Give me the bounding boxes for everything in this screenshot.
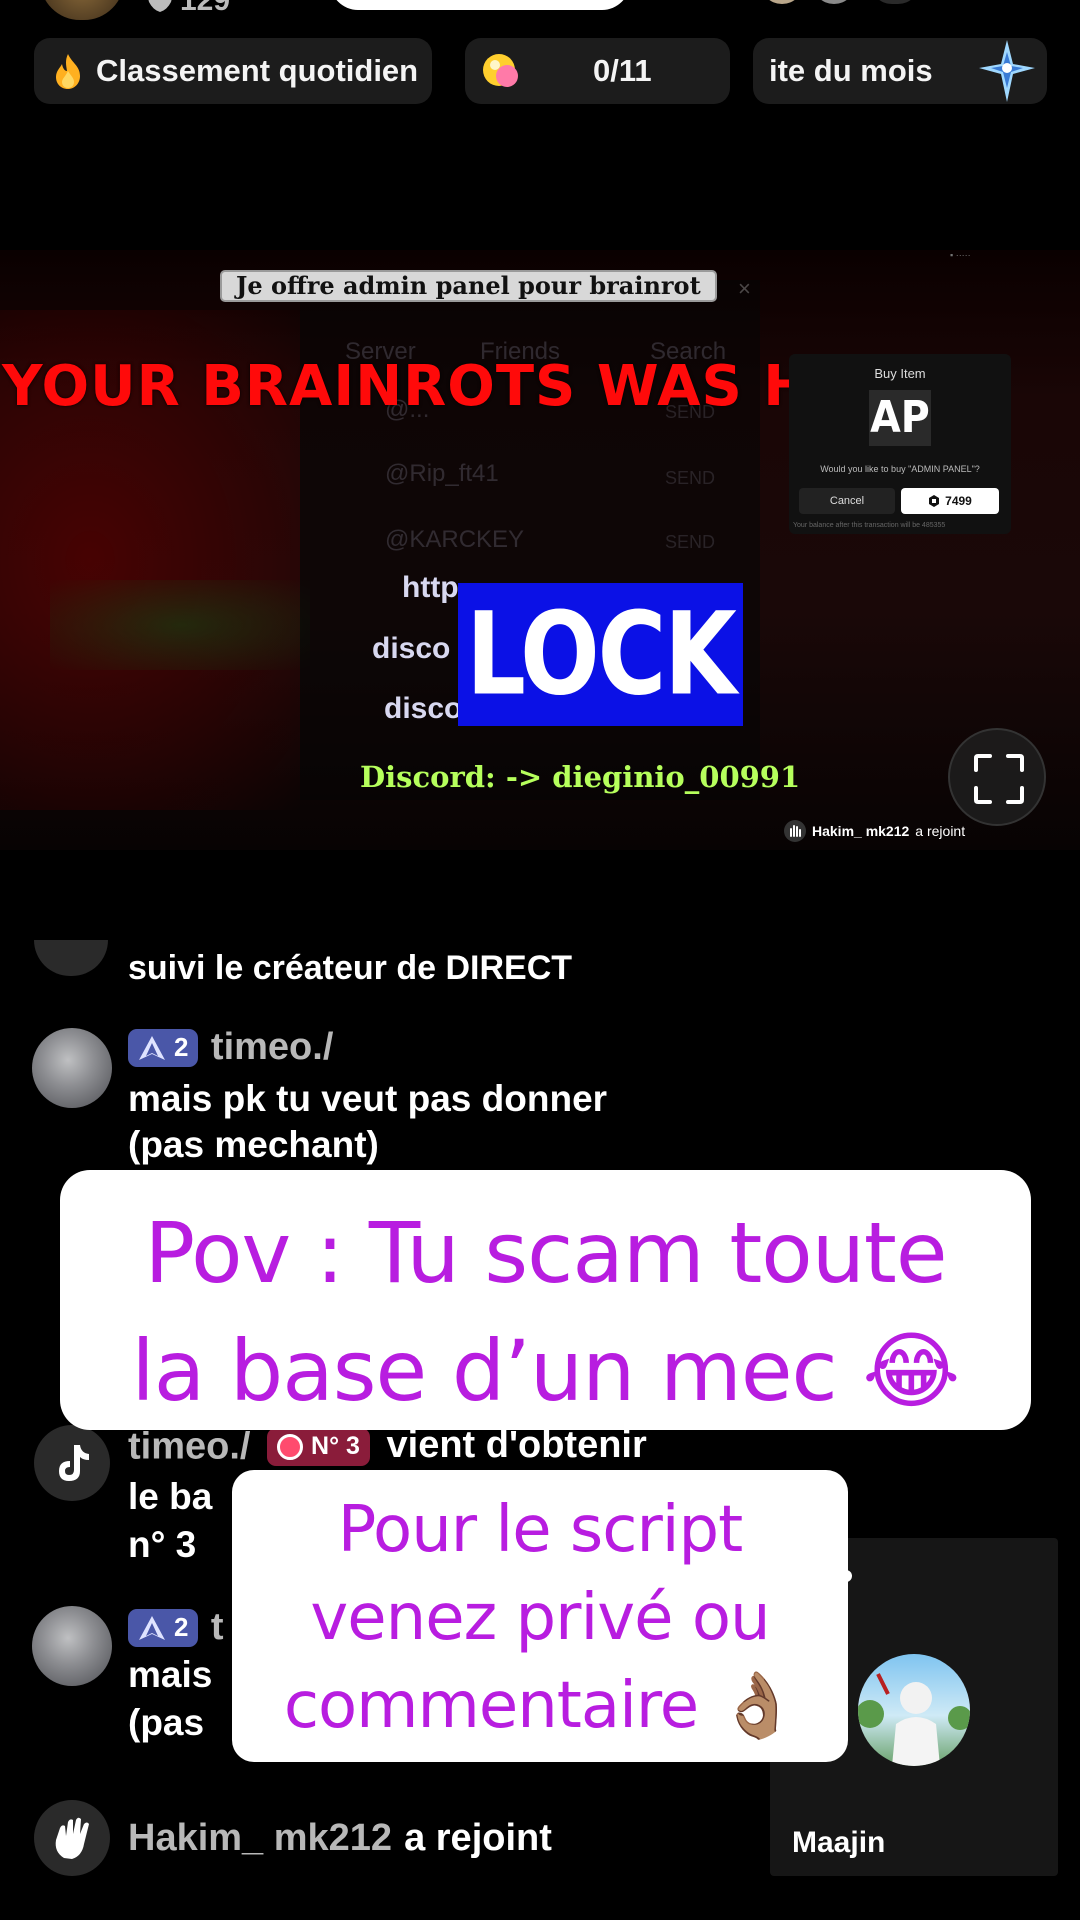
- link-line: disco: [372, 632, 451, 665]
- chat-message-text: mais pk tu veut pas donner (pas mechant): [128, 1076, 607, 1168]
- buy-dialog-title: Buy Item: [874, 366, 926, 381]
- follow-pill[interactable]: [330, 0, 630, 10]
- guest-avatar[interactable]: [858, 1654, 970, 1766]
- overlay-caption-sub: Pour le script venez privé ou commentair…: [232, 1470, 848, 1762]
- admin-panel-logo: AP: [869, 390, 931, 446]
- bubble-gift-icon: [483, 54, 518, 87]
- gift-line: le ba: [128, 1476, 213, 1517]
- daily-ranking-label: Classement quotidien: [96, 53, 419, 88]
- join-verb: a rejoint: [404, 1816, 552, 1859]
- shield-icon: [148, 0, 172, 12]
- viewer-avatar[interactable]: [760, 0, 804, 4]
- join-notice: Hakim_ mk212 a rejoint: [34, 1800, 552, 1876]
- gift-badge: N° 3: [267, 1427, 370, 1466]
- chat-username[interactable]: timeo./: [128, 1425, 250, 1467]
- overlay-dot: [840, 1570, 852, 1582]
- gift-line: n° 3: [128, 1524, 197, 1565]
- corner-text: ▪ ·····: [950, 250, 971, 260]
- link-line: disco: [384, 692, 463, 725]
- chat-message-header: 2 t: [128, 1606, 224, 1649]
- avatar: [34, 1800, 110, 1876]
- crystal-star-icon: [979, 40, 1035, 102]
- top-bar: 129: [0, 0, 1080, 24]
- chat-message-header: 2 timeo./: [128, 1026, 333, 1069]
- rank-triangle-icon: [139, 1035, 165, 1060]
- goal-progress: 0/11: [593, 53, 652, 88]
- close-icon: ×: [738, 276, 751, 301]
- rank-badge: 2: [128, 1028, 199, 1067]
- buy-dialog-question: Would you like to buy "ADMIN PANEL"?: [820, 464, 980, 474]
- lock-label: LOCK: [466, 586, 737, 722]
- chat-message-cut: suivi le créateur de DIRECT: [128, 949, 573, 984]
- viewer-avatar[interactable]: [812, 0, 856, 4]
- video-join-name: Hakim_ mk212: [812, 823, 910, 839]
- viewer-count: 129: [180, 0, 231, 17]
- overlay-sub-line-3: commentaire 👌🏽: [283, 1669, 797, 1743]
- buy-price: 7499: [945, 494, 972, 508]
- monthly-label: ite du mois: [769, 53, 933, 88]
- buy-item-dialog: Buy Item AP Would you like to buy "ADMIN…: [789, 354, 1011, 534]
- avatar[interactable]: [32, 1606, 112, 1686]
- link-line: http: [402, 571, 459, 604]
- ghost-send: SEND: [665, 532, 716, 552]
- monthly-chip[interactable]: ite du mois: [753, 38, 1047, 104]
- goal-chip[interactable]: 0/11: [465, 38, 730, 104]
- gift-notice: timeo./ N° 3 vient d'obtenir: [128, 1424, 647, 1468]
- discord-handle: Discord: -> dieginio_00991: [360, 760, 801, 794]
- lock-sticker: LOCK: [458, 583, 743, 726]
- timer-icon: [277, 1433, 304, 1460]
- rank-badge: 2: [128, 1608, 199, 1647]
- chat-line: mais: [128, 1654, 213, 1695]
- buy-dialog-footer: Your balance after this transaction will…: [793, 522, 946, 529]
- video-join-verb: a rejoint: [915, 823, 966, 839]
- live-video[interactable]: Server Friends Search @... @Rip_ft41 @KA…: [0, 250, 1080, 850]
- ghost-user: @KARCKEY: [385, 526, 525, 553]
- overlay-sub-line-1: Pour le script: [337, 1493, 744, 1567]
- tiktok-system-avatar: [34, 1425, 110, 1501]
- gift-text: vient d'obtenir: [386, 1424, 647, 1466]
- rank-triangle-icon: [139, 1615, 165, 1640]
- guest-avatar-image: [858, 1673, 970, 1766]
- chat-username[interactable]: timeo./: [211, 1026, 333, 1068]
- cancel-button: Cancel: [799, 488, 895, 514]
- chat-line: mais pk tu veut pas donner: [128, 1078, 608, 1119]
- overlay-sub-line-2: venez privé ou: [310, 1581, 770, 1655]
- fire-icon: [56, 54, 80, 89]
- video-frame: Server Friends Search @... @Rip_ft41 @KA…: [0, 250, 1080, 850]
- overlay-caption-main: Pov : Tu scam toute la base d’un mec 😂: [60, 1170, 1031, 1430]
- wave-hand-icon: [55, 1817, 89, 1859]
- ghost-send: SEND: [665, 468, 716, 488]
- chat-line: (pas: [128, 1702, 205, 1743]
- host-avatar[interactable]: [40, 0, 124, 20]
- overlay-main-line-2: la base d’un mec 😂: [131, 1322, 960, 1420]
- viewer-count-chip[interactable]: [870, 0, 920, 4]
- rank-number: 2: [174, 1032, 189, 1062]
- ghost-user: @Rip_ft41: [385, 460, 499, 487]
- video-join-notice: Hakim_ mk212 a rejoint: [784, 820, 965, 842]
- tiktok-icon: [59, 1445, 89, 1481]
- fullscreen-button[interactable]: [948, 728, 1046, 826]
- overlay-main-line-1: Pov : Tu scam toute: [144, 1204, 947, 1302]
- viewer-avatars[interactable]: [760, 0, 920, 10]
- guest-name: Maajin: [792, 1826, 886, 1859]
- robux-icon: [929, 495, 940, 507]
- video-caption: Je offre admin panel pour brainrot: [220, 270, 717, 302]
- avatar[interactable]: [34, 940, 108, 976]
- avatar[interactable]: [32, 1028, 112, 1108]
- wave-icon: [784, 820, 806, 842]
- chat-line: (pas mechant): [128, 1124, 379, 1165]
- fullscreen-icon: [974, 754, 1024, 804]
- daily-ranking-chip[interactable]: Classement quotidien: [34, 38, 432, 104]
- chat-username[interactable]: t: [211, 1606, 224, 1648]
- rank-number: 2: [174, 1612, 189, 1642]
- buy-price-button: 7499: [901, 488, 999, 514]
- video-background: [50, 580, 310, 670]
- gift-badge-label: N° 3: [311, 1432, 360, 1461]
- join-username[interactable]: Hakim_ mk212: [128, 1817, 392, 1860]
